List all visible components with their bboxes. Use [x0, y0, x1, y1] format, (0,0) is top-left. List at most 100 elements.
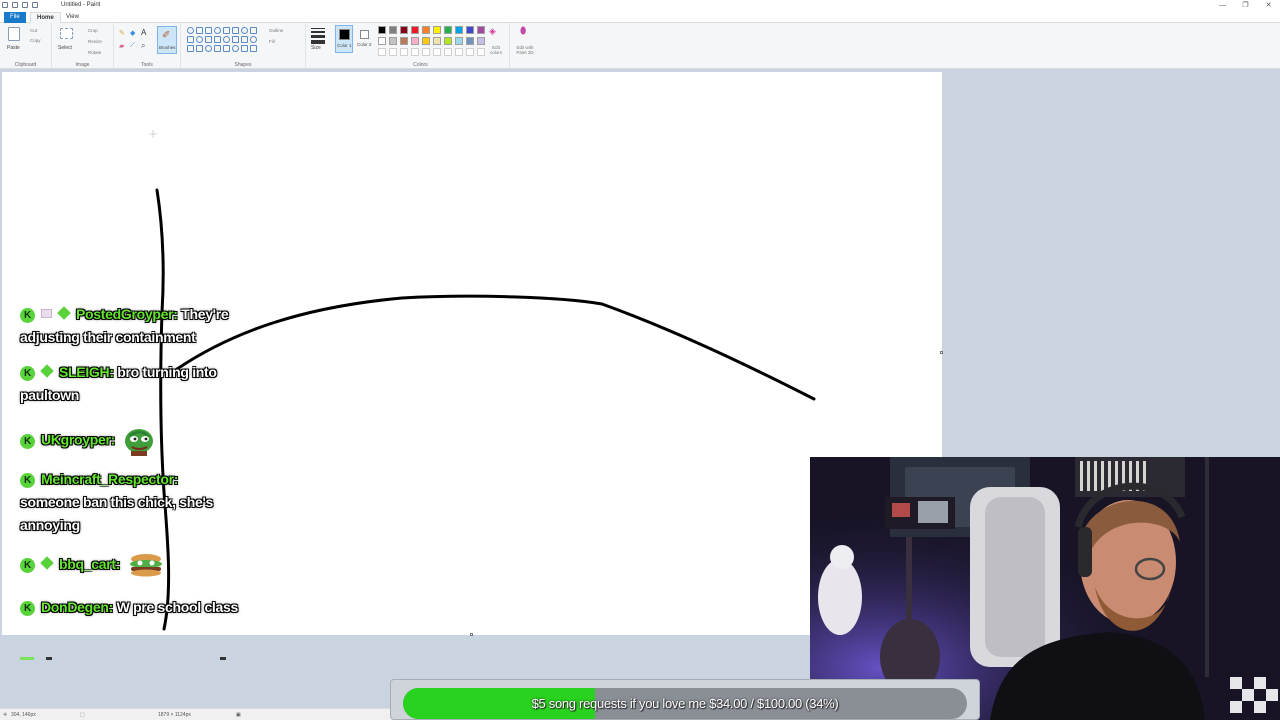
canvas-resize-handle-bottom[interactable] [470, 633, 473, 636]
shape-option-icon[interactable] [223, 36, 230, 43]
palette-swatch[interactable] [477, 37, 485, 45]
custom-color-swatch[interactable] [466, 48, 474, 56]
paste-button[interactable]: Paste [7, 45, 20, 51]
shape-option-icon[interactable] [250, 45, 257, 52]
shape-option-icon[interactable] [232, 36, 239, 43]
custom-color-swatch[interactable] [477, 48, 485, 56]
palette-swatch[interactable] [400, 37, 408, 45]
palette-swatch[interactable] [378, 26, 386, 34]
eraser-icon[interactable]: ▰ [119, 42, 124, 50]
shape-option-icon[interactable] [196, 36, 203, 43]
shape-option-icon[interactable] [241, 36, 248, 43]
custom-color-swatch[interactable] [422, 48, 430, 56]
shape-option-icon[interactable] [250, 27, 257, 34]
shape-option-icon[interactable] [205, 36, 212, 43]
shape-option-icon[interactable] [250, 36, 257, 43]
select-icon[interactable] [60, 28, 73, 39]
fill-icon[interactable]: ◆ [130, 29, 135, 37]
cut-button[interactable]: Cut [30, 28, 37, 33]
shape-option-icon[interactable] [205, 45, 212, 52]
shape-option-icon[interactable] [232, 27, 239, 34]
size-label[interactable]: Size [311, 45, 321, 51]
brushes-label: Brushes [159, 45, 176, 50]
copy-button[interactable]: Copy [30, 38, 41, 43]
palette-swatch[interactable] [400, 26, 408, 34]
palette-swatch[interactable] [466, 37, 474, 45]
magnifier-icon[interactable]: ⌕ [141, 41, 145, 51]
chat-username: PostedGroyper: [76, 306, 178, 322]
palette-swatch[interactable] [444, 37, 452, 45]
shape-option-icon[interactable] [223, 45, 230, 52]
shape-option-icon[interactable] [196, 45, 203, 52]
custom-color-swatch[interactable] [411, 48, 419, 56]
canvas-resize-handle-right[interactable] [940, 351, 943, 354]
text-icon[interactable]: A [141, 28, 146, 37]
color1-button[interactable]: Color 1 [335, 25, 353, 53]
palette-swatch[interactable] [411, 37, 419, 45]
paste-icon[interactable] [8, 27, 20, 41]
undo-icon[interactable] [22, 2, 28, 8]
tab-file[interactable]: File [4, 12, 26, 23]
palette-swatch[interactable] [444, 26, 452, 34]
crop-button[interactable]: Crop [88, 28, 98, 33]
custom-color-swatch[interactable] [444, 48, 452, 56]
save-icon[interactable] [12, 2, 18, 8]
tab-view[interactable]: View [60, 12, 85, 23]
shape-option-icon[interactable] [241, 27, 248, 34]
edit-colors-icon[interactable]: ◈ [489, 26, 496, 37]
shape-option-icon[interactable] [205, 27, 212, 34]
color2-button[interactable]: Color 2 [357, 25, 373, 53]
palette-swatch[interactable] [422, 37, 430, 45]
minimize-button[interactable]: — [1211, 0, 1234, 11]
palette-swatch[interactable] [433, 26, 441, 34]
palette-swatch[interactable] [455, 37, 463, 45]
paint3d-icon[interactable]: ⬮ [520, 26, 526, 37]
outline-button[interactable]: Outline [269, 28, 283, 33]
rotate-button[interactable]: Rotate [88, 50, 101, 55]
custom-color-swatch[interactable] [455, 48, 463, 56]
shape-option-icon[interactable] [196, 27, 203, 34]
shape-option-icon[interactable] [223, 27, 230, 34]
shape-option-icon[interactable] [187, 36, 194, 43]
palette-swatch[interactable] [466, 26, 474, 34]
palette-swatch[interactable] [455, 26, 463, 34]
custom-color-swatch[interactable] [378, 48, 386, 56]
shape-option-icon[interactable] [214, 36, 221, 43]
chat-message: K UKgroyper: [20, 425, 270, 457]
palette-swatch[interactable] [433, 37, 441, 45]
shape-option-icon[interactable] [187, 27, 194, 34]
palette-swatch[interactable] [378, 37, 386, 45]
palette-swatch[interactable] [477, 26, 485, 34]
palette-swatch[interactable] [411, 26, 419, 34]
shape-option-icon[interactable] [232, 45, 239, 52]
color-picker-icon[interactable]: ⟋ [130, 42, 135, 50]
tab-home[interactable]: Home [30, 12, 61, 23]
title-bar: Untitled - Paint — ❐ ✕ [0, 0, 1280, 11]
shape-option-icon[interactable] [241, 45, 248, 52]
chat-username: bbq_cart: [59, 556, 121, 572]
custom-color-swatch[interactable] [389, 48, 397, 56]
drawing-canvas[interactable] [2, 72, 942, 635]
select-button[interactable]: Select [58, 45, 72, 51]
shape-option-icon[interactable] [214, 45, 221, 52]
chat-message: Kbbq_cart: [20, 553, 270, 577]
edit-colors-button[interactable]: Edit colors [486, 45, 506, 55]
redo-icon[interactable] [32, 2, 38, 8]
edit-with-paint3d-button[interactable]: Edit with Paint 3D [512, 45, 538, 55]
pencil-icon[interactable]: ✎ [119, 29, 125, 37]
palette-swatch[interactable] [389, 26, 397, 34]
palette-swatch[interactable] [422, 26, 430, 34]
custom-color-swatch[interactable] [400, 48, 408, 56]
fill-button[interactable]: Fill [269, 39, 275, 44]
palette-swatch[interactable] [389, 37, 397, 45]
close-button[interactable]: ✕ [1257, 0, 1280, 11]
canvas-size: 1879 × 1124px [158, 712, 191, 718]
resize-button[interactable]: Resize [88, 39, 102, 44]
brushes-button[interactable]: ✐ Brushes [157, 26, 177, 54]
shape-option-icon[interactable] [187, 45, 194, 52]
shape-option-icon[interactable] [214, 27, 221, 34]
custom-color-swatch[interactable] [433, 48, 441, 56]
restore-button[interactable]: ❐ [1234, 0, 1257, 11]
goal-track: $5 song requests if you love me $34.00 /… [403, 688, 967, 719]
size-icon[interactable] [311, 28, 325, 44]
